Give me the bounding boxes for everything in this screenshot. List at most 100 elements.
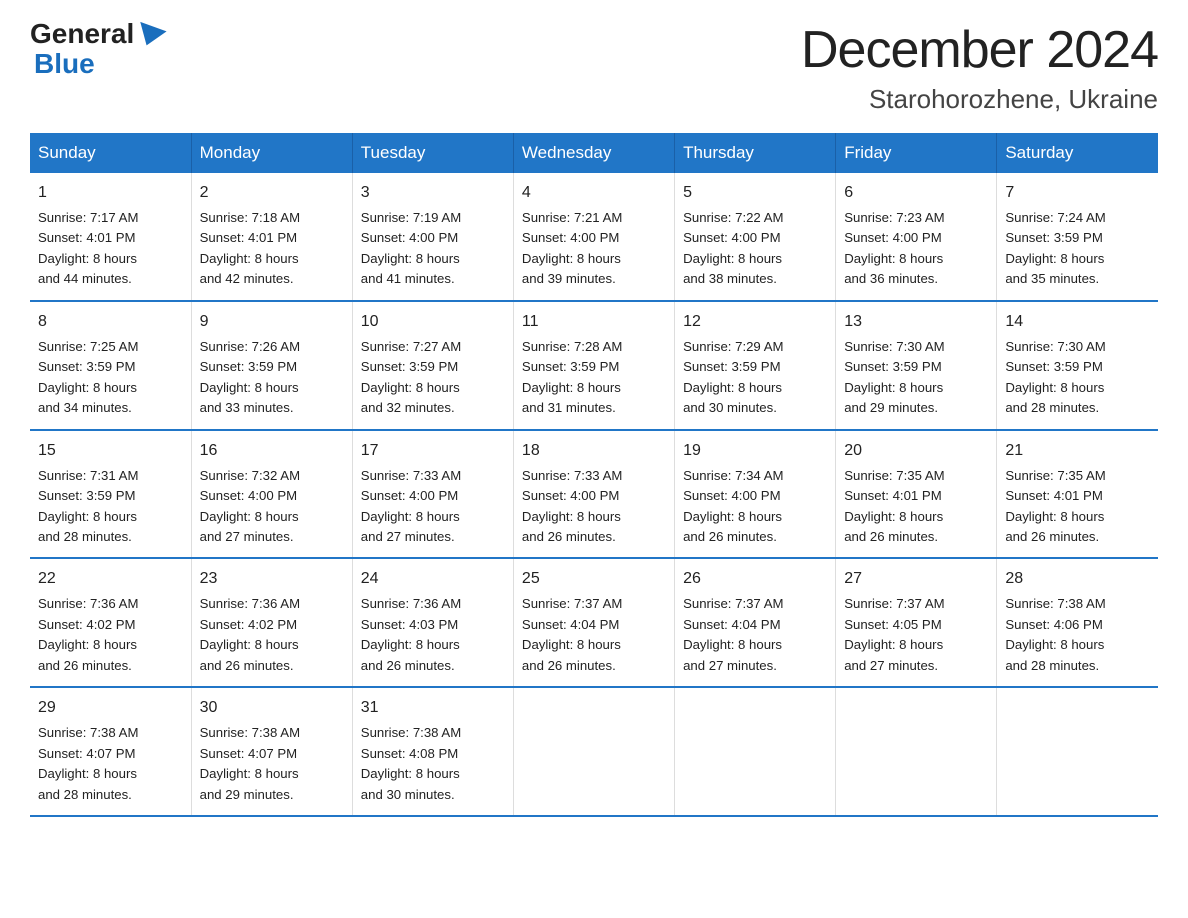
day-number: 29 [38, 696, 183, 720]
day-info: Sunrise: 7:19 AMSunset: 4:00 PMDaylight:… [361, 208, 505, 290]
day-info: Sunrise: 7:24 AMSunset: 3:59 PMDaylight:… [1005, 208, 1150, 290]
day-info: Sunrise: 7:22 AMSunset: 4:00 PMDaylight:… [683, 208, 827, 290]
day-number: 11 [522, 310, 666, 334]
day-number: 14 [1005, 310, 1150, 334]
calendar-cell: 17Sunrise: 7:33 AMSunset: 4:00 PMDayligh… [352, 430, 513, 559]
day-number: 28 [1005, 567, 1150, 591]
calendar-cell: 6 Sunrise: 7:23 AMSunset: 4:00 PMDaylight… [836, 173, 997, 301]
calendar-cell: 23 Sunrise: 7:36 AMSunset: 4:02 PMDayligh… [191, 558, 352, 687]
day-info: Sunrise: 7:35 AMSunset: 4:01 PMDaylight:… [844, 466, 988, 548]
day-info: Sunrise: 7:36 AMSunset: 4:02 PMDaylight:… [38, 594, 183, 676]
day-number: 24 [361, 567, 505, 591]
day-number: 26 [683, 567, 827, 591]
day-number: 21 [1005, 439, 1150, 463]
calendar-cell: 7 Sunrise: 7:24 AMSunset: 3:59 PMDaylight… [997, 173, 1158, 301]
day-info: Sunrise: 7:31 AMSunset: 3:59 PMDaylight:… [38, 466, 183, 548]
calendar-cell [675, 687, 836, 816]
logo-blue-text: Blue [34, 48, 95, 79]
logo: General Blue [30, 20, 166, 80]
calendar-cell: 13 Sunrise: 7:30 AMSunset: 3:59 PMDayligh… [836, 301, 997, 430]
day-info: Sunrise: 7:33 AMSunset: 4:00 PMDaylight:… [522, 466, 666, 548]
day-info: Sunrise: 7:30 AMSunset: 3:59 PMDaylight:… [844, 337, 988, 419]
logo-triangle-icon [134, 22, 167, 50]
day-info: Sunrise: 7:37 AMSunset: 4:04 PMDaylight:… [683, 594, 827, 676]
day-info: Sunrise: 7:37 AMSunset: 4:05 PMDaylight:… [844, 594, 988, 676]
calendar-cell: 3 Sunrise: 7:19 AMSunset: 4:00 PMDaylight… [352, 173, 513, 301]
weekday-header: Sunday [30, 133, 191, 173]
day-number: 18 [522, 439, 666, 463]
calendar-cell: 27 Sunrise: 7:37 AMSunset: 4:05 PMDayligh… [836, 558, 997, 687]
calendar-cell [997, 687, 1158, 816]
calendar-cell: 1 Sunrise: 7:17 AMSunset: 4:01 PMDaylight… [30, 173, 191, 301]
calendar-week-row: 29 Sunrise: 7:38 AMSunset: 4:07 PMDayligh… [30, 687, 1158, 816]
day-number: 2 [200, 181, 344, 205]
calendar-cell: 15 Sunrise: 7:31 AMSunset: 3:59 PMDayligh… [30, 430, 191, 559]
calendar-header: SundayMondayTuesdayWednesdayThursdayFrid… [30, 133, 1158, 173]
day-info: Sunrise: 7:36 AMSunset: 4:02 PMDaylight:… [200, 594, 344, 676]
day-info: Sunrise: 7:17 AMSunset: 4:01 PMDaylight:… [38, 208, 183, 290]
calendar-cell: 18 Sunrise: 7:33 AMSunset: 4:00 PMDayligh… [513, 430, 674, 559]
weekday-header: Tuesday [352, 133, 513, 173]
weekday-header: Wednesday [513, 133, 674, 173]
day-number: 12 [683, 310, 827, 334]
day-info: Sunrise: 7:35 AMSunset: 4:01 PMDaylight:… [1005, 466, 1150, 548]
day-info: Sunrise: 7:21 AMSunset: 4:00 PMDaylight:… [522, 208, 666, 290]
calendar-cell: 12 Sunrise: 7:29 AMSunset: 3:59 PMDayligh… [675, 301, 836, 430]
day-number: 27 [844, 567, 988, 591]
calendar-cell: 22Sunrise: 7:36 AMSunset: 4:02 PMDayligh… [30, 558, 191, 687]
calendar-cell: 20 Sunrise: 7:35 AMSunset: 4:01 PMDayligh… [836, 430, 997, 559]
weekday-header: Friday [836, 133, 997, 173]
calendar-cell: 2 Sunrise: 7:18 AMSunset: 4:01 PMDaylight… [191, 173, 352, 301]
day-number: 16 [200, 439, 344, 463]
day-info: Sunrise: 7:26 AMSunset: 3:59 PMDaylight:… [200, 337, 344, 419]
day-number: 10 [361, 310, 505, 334]
day-number: 5 [683, 181, 827, 205]
calendar-cell: 31Sunrise: 7:38 AMSunset: 4:08 PMDayligh… [352, 687, 513, 816]
day-number: 23 [200, 567, 344, 591]
calendar-cell: 26 Sunrise: 7:37 AMSunset: 4:04 PMDayligh… [675, 558, 836, 687]
weekday-header: Saturday [997, 133, 1158, 173]
weekday-header: Thursday [675, 133, 836, 173]
day-number: 7 [1005, 181, 1150, 205]
calendar-cell: 24Sunrise: 7:36 AMSunset: 4:03 PMDayligh… [352, 558, 513, 687]
calendar-cell: 21 Sunrise: 7:35 AMSunset: 4:01 PMDayligh… [997, 430, 1158, 559]
weekday-header: Monday [191, 133, 352, 173]
calendar-body: 1 Sunrise: 7:17 AMSunset: 4:01 PMDaylight… [30, 173, 1158, 816]
calendar-cell: 19 Sunrise: 7:34 AMSunset: 4:00 PMDayligh… [675, 430, 836, 559]
calendar-cell: 16Sunrise: 7:32 AMSunset: 4:00 PMDayligh… [191, 430, 352, 559]
calendar-cell [513, 687, 674, 816]
calendar-cell: 9Sunrise: 7:26 AMSunset: 3:59 PMDaylight… [191, 301, 352, 430]
title-block: December 2024 Starohorozhene, Ukraine [801, 20, 1158, 115]
calendar-cell: 4Sunrise: 7:21 AMSunset: 4:00 PMDaylight… [513, 173, 674, 301]
calendar-cell: 30 Sunrise: 7:38 AMSunset: 4:07 PMDayligh… [191, 687, 352, 816]
day-info: Sunrise: 7:23 AMSunset: 4:00 PMDaylight:… [844, 208, 988, 290]
calendar-subtitle: Starohorozhene, Ukraine [801, 84, 1158, 115]
day-info: Sunrise: 7:27 AMSunset: 3:59 PMDaylight:… [361, 337, 505, 419]
page-header: General Blue December 2024 Starohorozhen… [30, 20, 1158, 115]
calendar-cell: 8Sunrise: 7:25 AMSunset: 3:59 PMDaylight… [30, 301, 191, 430]
day-number: 19 [683, 439, 827, 463]
day-info: Sunrise: 7:38 AMSunset: 4:07 PMDaylight:… [200, 723, 344, 805]
day-info: Sunrise: 7:38 AMSunset: 4:07 PMDaylight:… [38, 723, 183, 805]
day-number: 3 [361, 181, 505, 205]
day-number: 15 [38, 439, 183, 463]
calendar-week-row: 8Sunrise: 7:25 AMSunset: 3:59 PMDaylight… [30, 301, 1158, 430]
calendar-cell: 29 Sunrise: 7:38 AMSunset: 4:07 PMDayligh… [30, 687, 191, 816]
day-info: Sunrise: 7:37 AMSunset: 4:04 PMDaylight:… [522, 594, 666, 676]
calendar-cell [836, 687, 997, 816]
day-number: 30 [200, 696, 344, 720]
calendar-cell: 25Sunrise: 7:37 AMSunset: 4:04 PMDayligh… [513, 558, 674, 687]
day-info: Sunrise: 7:18 AMSunset: 4:01 PMDaylight:… [200, 208, 344, 290]
day-number: 20 [844, 439, 988, 463]
day-number: 17 [361, 439, 505, 463]
day-number: 13 [844, 310, 988, 334]
day-number: 6 [844, 181, 988, 205]
day-info: Sunrise: 7:34 AMSunset: 4:00 PMDaylight:… [683, 466, 827, 548]
calendar-cell: 28Sunrise: 7:38 AMSunset: 4:06 PMDayligh… [997, 558, 1158, 687]
day-info: Sunrise: 7:28 AMSunset: 3:59 PMDaylight:… [522, 337, 666, 419]
calendar-cell: 5 Sunrise: 7:22 AMSunset: 4:00 PMDaylight… [675, 173, 836, 301]
calendar-week-row: 15 Sunrise: 7:31 AMSunset: 3:59 PMDayligh… [30, 430, 1158, 559]
calendar-week-row: 22Sunrise: 7:36 AMSunset: 4:02 PMDayligh… [30, 558, 1158, 687]
day-info: Sunrise: 7:29 AMSunset: 3:59 PMDaylight:… [683, 337, 827, 419]
day-number: 1 [38, 181, 183, 205]
